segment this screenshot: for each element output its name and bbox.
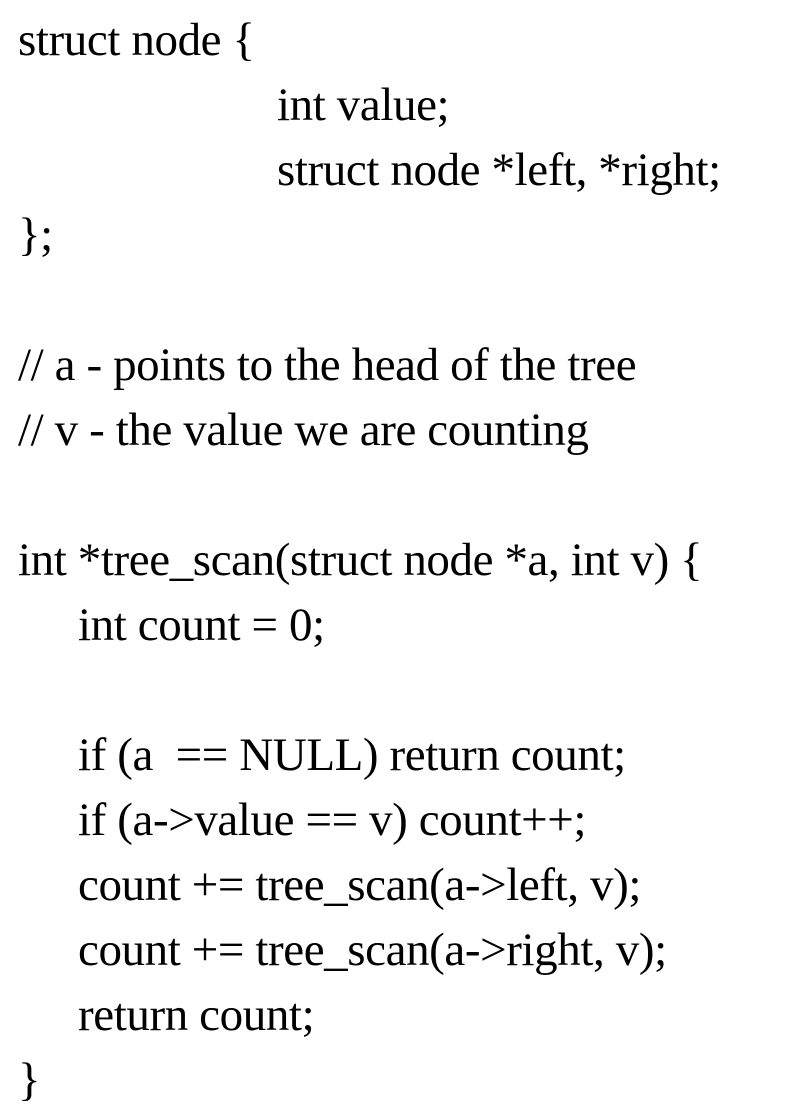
- code-line-10: int count = 0;: [78, 599, 325, 651]
- code-line-2: int value;: [277, 79, 450, 131]
- code-line-1: struct node {: [18, 14, 255, 66]
- code-line-14: count += tree_scan(a->left, v);: [78, 859, 641, 911]
- code-line-9: int *tree_scan(struct node *a, int v) {: [18, 534, 703, 586]
- code-line-15: count += tree_scan(a->right, v);: [78, 924, 667, 976]
- code-line-16: return count;: [78, 989, 315, 1041]
- code-line-3: struct node *left, *right;: [277, 144, 721, 196]
- code-comment-2: // v - the value we are counting: [18, 404, 589, 456]
- code-listing: struct node { int value; struct node *le…: [0, 0, 799, 1120]
- code-line-17: }: [18, 1054, 41, 1106]
- code-line-12: if (a == NULL) return count;: [78, 729, 626, 781]
- code-line-13: if (a->value == v) count++;: [78, 794, 587, 846]
- code-line-4: };: [18, 209, 53, 261]
- code-comment-1: // a - points to the head of the tree: [18, 339, 637, 391]
